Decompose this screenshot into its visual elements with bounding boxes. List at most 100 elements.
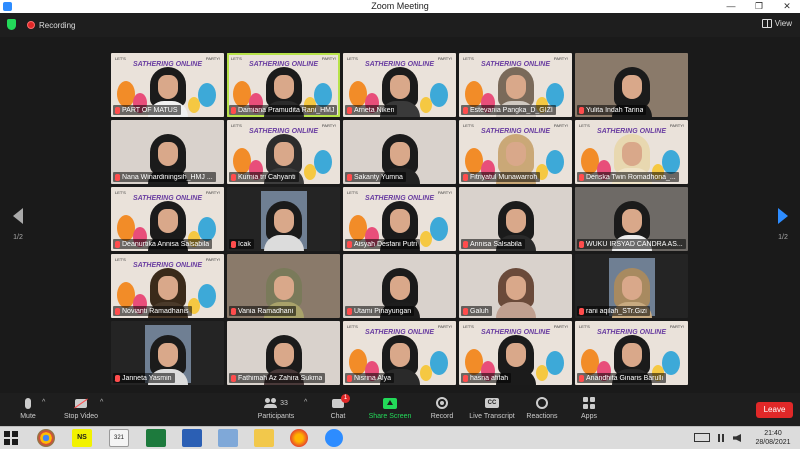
smiley-icon <box>536 397 548 409</box>
keyboard-tray-icon[interactable] <box>694 433 710 442</box>
closed-caption-icon: CC <box>485 398 499 408</box>
audio-options-caret[interactable]: ^ <box>42 399 45 406</box>
excel-icon[interactable] <box>146 429 166 447</box>
view-label: View <box>774 19 792 28</box>
recording-indicator[interactable]: Recording <box>27 19 75 31</box>
live-transcript-label: Live Transcript <box>469 413 515 420</box>
participant-tile[interactable]: LET'S SATHERING ONLINE PARTY! Deanurtika An… <box>111 187 224 251</box>
next-page-button[interactable]: 1/2 <box>773 208 793 241</box>
recording-label: Recording <box>39 20 76 30</box>
participant-tile[interactable]: LET'S SATHERING ONLINE PARTY! Fitriyatul Mu… <box>459 120 572 184</box>
chrome-icon[interactable] <box>37 429 55 447</box>
file-explorer-icon[interactable] <box>254 429 274 447</box>
participant-tile[interactable]: LET'S SATHERING ONLINE PARTY! PART OF MATUS <box>111 53 224 117</box>
volume-tray-icon[interactable] <box>733 434 741 442</box>
muted-microphone-icon <box>579 307 584 315</box>
participant-name: Galuh <box>470 307 489 315</box>
windows-start-icon[interactable] <box>3 430 19 446</box>
apps-button[interactable]: Apps <box>561 396 617 420</box>
poster-decoration <box>430 351 448 375</box>
participant-tile[interactable]: LET'S SATHERING ONLINE PARTY! Anandhita Gin… <box>575 321 688 385</box>
participant-face <box>621 75 642 99</box>
poster-decoration <box>546 150 564 174</box>
participant-name-tag: Damiana Pramudita Rani_HMJ <box>229 105 338 115</box>
participant-tile[interactable]: LET'S SATHERING ONLINE PARTY! Kurnia tri Ca… <box>227 120 340 184</box>
participant-tile[interactable]: LET'S SATHERING ONLINE PARTY! Estevania Pan… <box>459 53 572 117</box>
view-button[interactable]: View <box>761 19 792 28</box>
previous-page-button[interactable]: 1/2 <box>8 208 28 241</box>
share-screen-icon <box>383 397 397 409</box>
restore-button[interactable]: ❐ <box>748 0 770 13</box>
participant-tile[interactable]: Yulita Indah Tarina <box>575 53 688 117</box>
participant-tile[interactable]: LET'S SATHERING ONLINE PARTY! Arneta Niken <box>343 53 456 117</box>
firefox-icon[interactable] <box>290 429 308 447</box>
leave-button[interactable]: Leave <box>756 402 793 418</box>
muted-microphone-icon <box>231 307 236 315</box>
participant-tile[interactable]: LET'S SATHERING ONLINE PARTY! Damiana Pramu… <box>227 53 340 117</box>
participant-tile[interactable]: LET'S SATHERING ONLINE PARTY! Deriska Twin … <box>575 120 688 184</box>
participant-tile[interactable]: Icak <box>227 187 340 251</box>
participant-name-tag: rani aqilah_STr.Gizi <box>577 306 650 316</box>
participant-tile[interactable]: LET'S SATHERING ONLINE PARTY! Aisyah Desfan… <box>343 187 456 251</box>
gallery-grid: LET'S SATHERING ONLINE PARTY! PART OF MATUS… <box>111 53 689 385</box>
taskbar-clock[interactable]: 21:40 28/08/2021 <box>748 429 798 447</box>
calendar-app-icon[interactable]: 321 <box>109 429 129 447</box>
share-screen-button[interactable]: Share Screen <box>362 396 418 420</box>
page-indicator-right: 1/2 <box>778 234 788 241</box>
participant-face <box>389 75 410 99</box>
participants-options-caret[interactable]: ^ <box>304 399 307 406</box>
participant-tile[interactable]: LET'S SATHERING ONLINE PARTY! hasna afifah <box>459 321 572 385</box>
windows-taskbar: NS 321 21:40 28/08/2021 <box>0 426 800 449</box>
muted-microphone-icon <box>579 240 584 248</box>
participant-tile[interactable]: LET'S SATHERING ONLINE PARTY! Nisrina Alya <box>343 321 456 385</box>
word-icon[interactable] <box>182 429 202 447</box>
poster-party-text: PARTY! <box>553 123 568 128</box>
paint-app-icon[interactable] <box>218 429 238 447</box>
participant-name-tag: PART OF MATUS <box>113 105 181 115</box>
minimize-button[interactable]: — <box>720 0 742 13</box>
participant-tile[interactable]: Fathimah Az Zahira Sukma <box>227 321 340 385</box>
participant-tile[interactable]: LET'S SATHERING ONLINE PARTY! Novianti Rama… <box>111 254 224 318</box>
mute-button[interactable]: Mute <box>0 396 56 420</box>
zoom-app-icon[interactable] <box>325 429 343 447</box>
participant-name: Sakanty Yumna <box>354 173 403 181</box>
participant-tile[interactable]: Annisa Salsabila <box>459 187 572 251</box>
microphone-icon <box>25 397 31 409</box>
ns-app-icon[interactable]: NS <box>72 429 92 447</box>
participant-tile[interactable]: WUKU IRSYAD CANDRA AS... <box>575 187 688 251</box>
participant-tile[interactable]: Nana Winardiningsih_HMJ ... <box>111 120 224 184</box>
security-shield-icon[interactable] <box>7 19 16 30</box>
participant-tile[interactable]: Sakanty Yumna <box>343 120 456 184</box>
close-button[interactable]: ✕ <box>776 0 798 13</box>
poster-decoration <box>536 365 548 381</box>
meeting-toolbar: Mute ^ Stop Video ^ 33 Participants ^ 1 … <box>0 393 800 426</box>
muted-microphone-icon <box>347 106 352 114</box>
participant-face <box>389 209 410 233</box>
video-options-caret[interactable]: ^ <box>100 399 103 406</box>
participant-tile[interactable]: Galuh <box>459 254 572 318</box>
window-title: Zoom Meeting <box>371 1 429 11</box>
record-button[interactable]: Record <box>414 396 470 420</box>
record-icon <box>436 397 448 409</box>
poster-decoration <box>420 97 432 113</box>
participant-tile[interactable]: Janneta Yasmin <box>111 321 224 385</box>
live-transcript-button[interactable]: CC Live Transcript <box>464 396 520 420</box>
muted-microphone-icon <box>463 240 468 248</box>
poster-party-text: PARTY! <box>553 324 568 329</box>
participant-tile[interactable]: Vania Ramadhani <box>227 254 340 318</box>
participant-tile[interactable]: Utami Pinayungan <box>343 254 456 318</box>
participant-name: rani aqilah_STr.Gizi <box>586 307 647 315</box>
chat-button[interactable]: 1 Chat <box>310 393 366 420</box>
muted-microphone-icon <box>463 374 468 382</box>
muted-microphone-icon <box>115 374 120 382</box>
poster-decoration <box>546 83 564 107</box>
participant-face <box>621 343 642 367</box>
participant-tile[interactable]: rani aqilah_STr.Gizi <box>575 254 688 318</box>
muted-microphone-icon <box>231 374 236 382</box>
muted-microphone-icon <box>115 173 120 181</box>
participants-button[interactable]: 33 Participants <box>248 396 304 420</box>
participant-face <box>505 75 526 99</box>
participant-name: Aisyah Desfani Putri <box>354 240 418 248</box>
participant-name-tag: Anandhita Ginaris Barulli <box>577 373 667 383</box>
network-tray-icon[interactable] <box>718 434 728 442</box>
